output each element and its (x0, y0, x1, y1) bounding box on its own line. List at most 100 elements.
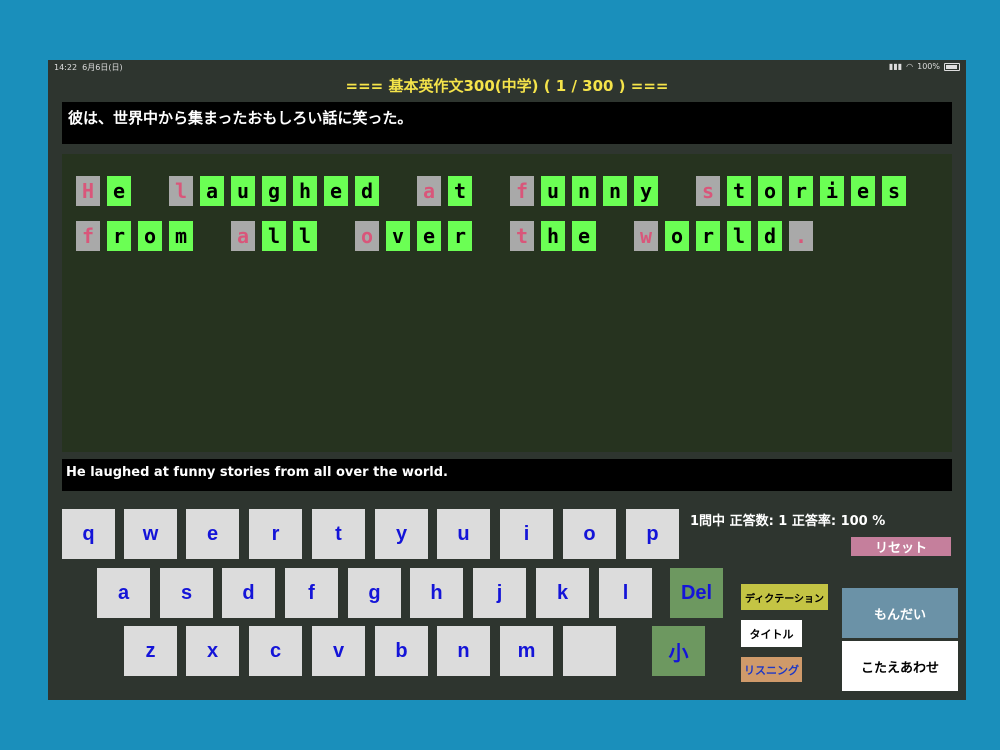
key-i[interactable]: i (500, 509, 553, 559)
answer-tile: a (417, 176, 441, 206)
dictation-button[interactable]: ディクテーション (741, 584, 828, 610)
question-button[interactable]: もんだい (842, 588, 958, 638)
key-a[interactable]: a (97, 568, 150, 618)
answer-tile: r (696, 221, 720, 251)
answer-tile: r (789, 176, 813, 206)
status-date: 6月6日(日) (82, 63, 123, 72)
key-o[interactable]: o (563, 509, 616, 559)
key-t[interactable]: t (312, 509, 365, 559)
answer-tile: o (665, 221, 689, 251)
signal-icon: ▮▮▮ (888, 62, 903, 71)
answer-tile: t (510, 221, 534, 251)
tile-gap (479, 176, 503, 206)
answer-tile: e (107, 176, 131, 206)
answer-tile: u (541, 176, 565, 206)
key-x[interactable]: x (186, 626, 239, 676)
answer-area: Helaughedatfunnystories fromalloverthewo… (62, 154, 952, 452)
japanese-sentence-box: 彼は、世界中から集まったおもしろい話に笑った。 (62, 102, 952, 144)
english-sentence-box: He laughed at funny stories from all ove… (62, 459, 952, 491)
answer-tile: d (355, 176, 379, 206)
score-text: 1問中 正答数: 1 正答率: 100 % (690, 514, 886, 529)
english-sentence: He laughed at funny stories from all ove… (66, 465, 448, 480)
answer-tile: f (510, 176, 534, 206)
key-h[interactable]: h (410, 568, 463, 618)
battery-percent: 100% (917, 62, 940, 71)
answer-tile: n (603, 176, 627, 206)
wifi-icon: ◠ (906, 62, 914, 71)
key-s[interactable]: s (160, 568, 213, 618)
answer-tile: s (696, 176, 720, 206)
key-e[interactable]: e (186, 509, 239, 559)
key-w[interactable]: w (124, 509, 177, 559)
answer-tile: i (820, 176, 844, 206)
tile-gap (479, 221, 503, 251)
answer-tile: a (200, 176, 224, 206)
answer-tile: h (541, 221, 565, 251)
key-l[interactable]: l (599, 568, 652, 618)
answer-tile: l (293, 221, 317, 251)
key-z[interactable]: z (124, 626, 177, 676)
answer-tile: o (138, 221, 162, 251)
answer-line-1: Helaughedatfunnystories (76, 176, 913, 206)
key-b[interactable]: b (375, 626, 428, 676)
answer-tile: o (758, 176, 782, 206)
answer-tile: u (231, 176, 255, 206)
delete-key[interactable]: Del (670, 568, 723, 618)
key-f[interactable]: f (285, 568, 338, 618)
answer-tile: t (727, 176, 751, 206)
answer-tile: n (572, 176, 596, 206)
key-m[interactable]: m (500, 626, 553, 676)
key-v[interactable]: v (312, 626, 365, 676)
key-n[interactable]: n (437, 626, 490, 676)
answer-tile: f (76, 221, 100, 251)
status-time: 14:22 (54, 63, 78, 72)
answer-tile: l (727, 221, 751, 251)
tile-gap (138, 176, 162, 206)
answer-tile: v (386, 221, 410, 251)
battery-icon (944, 62, 960, 71)
answer-tile: l (262, 221, 286, 251)
key-y[interactable]: y (375, 509, 428, 559)
japanese-sentence: 彼は、世界中から集まったおもしろい話に笑った。 (68, 109, 413, 127)
answer-tile: d (758, 221, 782, 251)
answer-tile: e (324, 176, 348, 206)
key-blank[interactable] (563, 626, 616, 676)
reset-button[interactable]: リセット (851, 537, 951, 556)
answer-tile: H (76, 176, 100, 206)
answer-tile: m (169, 221, 193, 251)
key-u[interactable]: u (437, 509, 490, 559)
answer-tile: r (107, 221, 131, 251)
tile-gap (665, 176, 689, 206)
answer-tile: y (634, 176, 658, 206)
key-q[interactable]: q (62, 509, 115, 559)
small-key[interactable]: 小 (652, 626, 705, 676)
answer-tile: . (789, 221, 813, 251)
tile-gap (324, 221, 348, 251)
answer-tile: h (293, 176, 317, 206)
key-p[interactable]: p (626, 509, 679, 559)
answer-tile: l (169, 176, 193, 206)
answer-tile: w (634, 221, 658, 251)
key-c[interactable]: c (249, 626, 302, 676)
page-title: === 基本英作文300(中学) ( 1 / 300 ) === (345, 77, 669, 95)
app-screen: 14:22 6月6日(日) ▮▮▮ ◠ 100% === 基本英作文300(中学… (48, 60, 966, 700)
key-j[interactable]: j (473, 568, 526, 618)
key-r[interactable]: r (249, 509, 302, 559)
tile-gap (603, 221, 627, 251)
status-bar: 14:22 6月6日(日) ▮▮▮ ◠ 100% (48, 60, 966, 74)
listening-button[interactable]: リスニング (741, 657, 802, 682)
key-k[interactable]: k (536, 568, 589, 618)
answer-tile: o (355, 221, 379, 251)
answer-tile: t (448, 176, 472, 206)
key-g[interactable]: g (348, 568, 401, 618)
answer-tile: s (882, 176, 906, 206)
tile-gap (386, 176, 410, 206)
answer-tile: r (448, 221, 472, 251)
answer-tile: e (572, 221, 596, 251)
check-answer-button[interactable]: こたえあわせ (842, 641, 958, 691)
key-d[interactable]: d (222, 568, 275, 618)
tile-gap (200, 221, 224, 251)
answer-line-2: fromallovertheworld. (76, 221, 820, 251)
title-button[interactable]: タイトル (741, 620, 802, 647)
answer-tile: g (262, 176, 286, 206)
